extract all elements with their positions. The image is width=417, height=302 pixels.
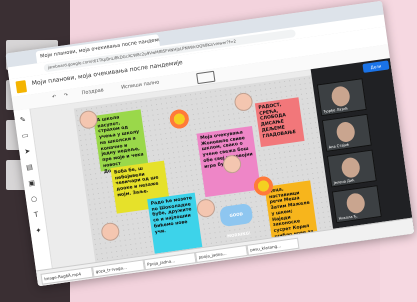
clear-button[interactable]: Поздрав	[81, 87, 104, 96]
download-item[interactable]: Image-Rog6Ä.mp4	[40, 266, 94, 285]
bitmoji-sticker[interactable]	[100, 221, 121, 242]
participant-name: Ђорђе Лазић	[323, 106, 349, 114]
jamboard-logo-icon	[15, 80, 28, 94]
participant-video	[335, 120, 357, 144]
page-indicator[interactable]	[196, 70, 216, 85]
participant-tile[interactable]: Ђорђе Лазић	[316, 78, 367, 117]
bitmoji-sticker[interactable]	[233, 91, 254, 113]
reset-button[interactable]: Испиши пално	[121, 79, 160, 90]
sticky-note-icon[interactable]: ▤	[25, 163, 34, 172]
good-morning-sticker[interactable]: GOOD MORNING!	[218, 202, 254, 238]
download-item[interactable]: pesu_klasang...	[246, 237, 300, 256]
participant-video	[330, 85, 352, 108]
download-item[interactable]: goza_tr-rvaga...	[91, 259, 146, 278]
sticky-note-red[interactable]: РАДОСТ, СРЕЋА, СЛОБОДА ДИСАЊЕ ДЕЉЕМЕ ГЛА…	[254, 97, 305, 147]
participant-video	[345, 192, 367, 215]
download-item[interactable]: Ppoja_jadna...	[143, 252, 197, 271]
image-icon[interactable]: ▣	[27, 179, 36, 188]
participant-name: Никола Ђ.	[338, 214, 358, 221]
participant-tile[interactable]: Никола Ђ.	[331, 185, 382, 224]
participant-video	[340, 156, 362, 179]
download-item[interactable]: ppoja_jadna...	[194, 244, 248, 264]
participant-name: Јелена Дић	[333, 178, 355, 186]
laser-icon[interactable]: ✦	[34, 226, 43, 235]
sticky-note-green[interactable]: А школа насупот, страхом од учења у школ…	[93, 109, 149, 175]
flower-sticker[interactable]	[166, 106, 192, 132]
text-box-icon[interactable]: T	[32, 210, 41, 220]
participant-tile[interactable]: Ана Стајић	[321, 113, 372, 152]
circle-icon[interactable]: ○	[29, 195, 38, 204]
redo-icon[interactable]: ↷	[64, 92, 69, 99]
select-icon[interactable]: ➤	[23, 147, 32, 156]
participant-tile[interactable]: Јелена Дић	[326, 149, 377, 188]
eraser-icon[interactable]: ▭	[21, 131, 30, 140]
participant-name: Ана Стајић	[328, 142, 350, 150]
bitmoji-sticker[interactable]	[195, 198, 217, 219]
undo-icon[interactable]: ↶	[52, 94, 57, 101]
pen-icon[interactable]: ✎	[18, 115, 27, 124]
